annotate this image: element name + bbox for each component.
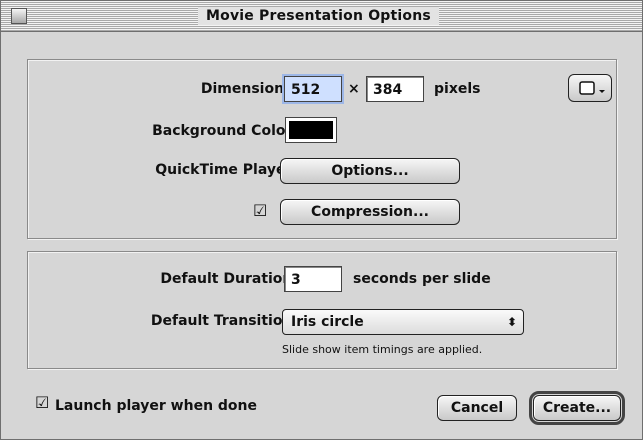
cancel-button[interactable]: Cancel [437, 395, 517, 421]
height-field[interactable]: 384 [366, 76, 424, 102]
pixels-label: pixels [434, 81, 481, 97]
color-fill [289, 121, 333, 139]
default-duration-label: Default Duration: [160, 271, 298, 287]
display-options-group: Dimensions: 512 × 384 pixels Background … [27, 59, 617, 239]
launch-player-label: Launch player when done [55, 398, 258, 414]
window-size-icon [579, 81, 605, 95]
close-box[interactable] [11, 8, 27, 24]
timings-note: Slide show item timings are applied. [282, 343, 483, 356]
dimensions-preset-button[interactable] [568, 74, 612, 102]
duration-field[interactable]: 3 [284, 266, 342, 292]
movie-options-dialog: Movie Presentation Options Dimensions: 5… [0, 0, 643, 440]
launch-player-checkbox[interactable]: ☑ [35, 395, 49, 411]
width-field[interactable]: 512 [284, 76, 342, 102]
title-bar[interactable]: Movie Presentation Options [1, 1, 642, 32]
compression-button[interactable]: Compression... [280, 199, 460, 225]
transition-popup[interactable]: Iris circle ⬍ [282, 309, 524, 335]
popup-arrows-icon: ⬍ [506, 315, 517, 329]
background-color-swatch[interactable] [285, 117, 337, 143]
times-label: × [348, 81, 360, 97]
transition-value: Iris circle [291, 314, 364, 330]
dimensions-label: Dimensions: [200, 81, 298, 97]
quicktime-player-label: QuickTime Player: [155, 162, 298, 178]
slide-options-group: Default Duration: 3 seconds per slide De… [27, 251, 617, 369]
window-title: Movie Presentation Options [198, 7, 439, 25]
options-button[interactable]: Options... [280, 158, 460, 184]
background-color-label: Background Color: [152, 123, 298, 139]
duration-units-label: seconds per slide [353, 271, 491, 287]
create-button[interactable]: Create... [529, 391, 625, 425]
compression-checkbox[interactable]: ☑ [253, 203, 267, 219]
default-transition-label: Default Transition: [150, 313, 298, 329]
